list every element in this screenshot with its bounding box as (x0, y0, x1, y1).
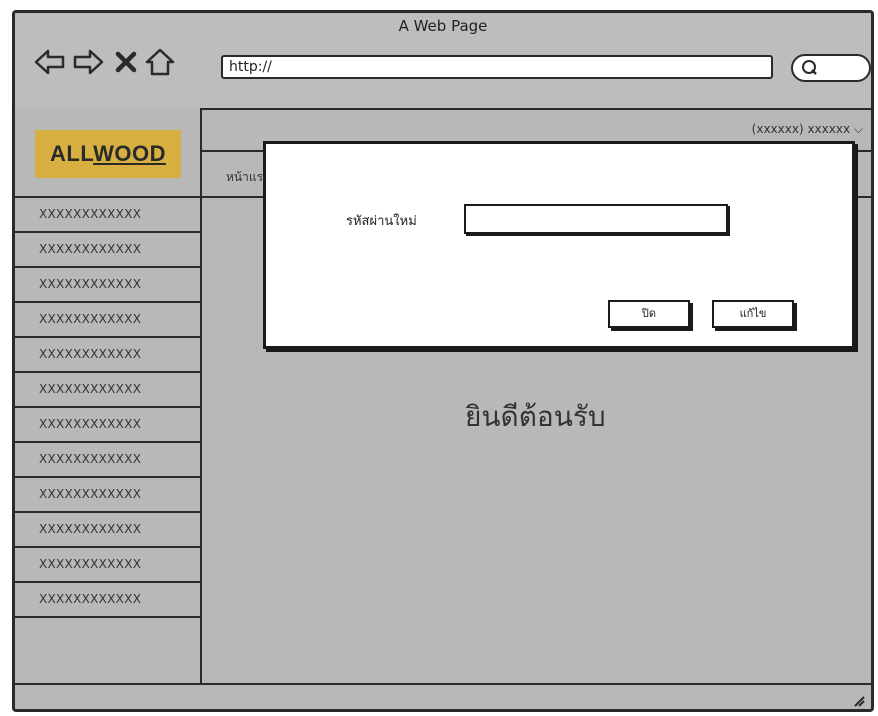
resize-grip-icon[interactable] (849, 691, 865, 707)
logo-part-2: WOOD (93, 141, 166, 166)
close-x-icon[interactable] (109, 45, 143, 79)
sidebar-item-11[interactable]: XXXXXXXXXXXX (15, 548, 200, 583)
search-icon (802, 60, 817, 75)
window-title: A Web Page (398, 17, 488, 35)
change-password-dialog: รหัสผ่านใหม่ ปิด แก้ไข (263, 141, 855, 349)
user-menu-label: (xxxxxx) xxxxxx (751, 122, 851, 136)
chevron-down-icon: ⌵ (853, 122, 863, 136)
new-password-input[interactable] (464, 204, 728, 234)
sidebar-item-2[interactable]: XXXXXXXXXXXX (15, 233, 200, 268)
url-input[interactable]: http:// (221, 55, 773, 79)
sidebar-item-9[interactable]: XXXXXXXXXXXX (15, 478, 200, 513)
browser-toolbar: A Web Page http:// (15, 13, 871, 110)
user-menu[interactable]: (xxxxxx) xxxxxx ⌵ (752, 122, 863, 137)
sidebar: ALLWOOD XXXXXXXXXXXX XXXXXXXXXXXX XXXXXX… (15, 108, 202, 685)
logo: ALLWOOD (35, 130, 181, 178)
edit-button[interactable]: แก้ไข (712, 300, 794, 328)
browser-window: A Web Page http:// ALLWOOD XXXXXXXXXXXX … (12, 10, 874, 712)
sidebar-menu: XXXXXXXXXXXX XXXXXXXXXXXX XXXXXXXXXXXX X… (15, 198, 200, 618)
close-button[interactable]: ปิด (608, 300, 690, 328)
sidebar-item-1[interactable]: XXXXXXXXXXXX (15, 198, 200, 233)
forward-arrow-icon[interactable] (71, 45, 105, 79)
new-password-label: รหัสผ่านใหม่ (346, 214, 417, 229)
home-icon[interactable] (143, 45, 177, 79)
sidebar-item-3[interactable]: XXXXXXXXXXXX (15, 268, 200, 303)
sidebar-item-7[interactable]: XXXXXXXXXXXX (15, 408, 200, 443)
sidebar-item-5[interactable]: XXXXXXXXXXXX (15, 338, 200, 373)
sidebar-item-12[interactable]: XXXXXXXXXXXX (15, 583, 200, 618)
sidebar-item-10[interactable]: XXXXXXXXXXXX (15, 513, 200, 548)
search-button[interactable] (791, 54, 871, 82)
welcome-heading: ยินดีต้อนรับ (465, 400, 606, 433)
back-arrow-icon[interactable] (33, 45, 67, 79)
sidebar-item-8[interactable]: XXXXXXXXXXXX (15, 443, 200, 478)
sidebar-item-6[interactable]: XXXXXXXXXXXX (15, 373, 200, 408)
logo-part-1: ALL (50, 141, 94, 166)
status-bar (15, 683, 871, 709)
logo-area: ALLWOOD (15, 108, 200, 198)
sidebar-item-4[interactable]: XXXXXXXXXXXX (15, 303, 200, 338)
